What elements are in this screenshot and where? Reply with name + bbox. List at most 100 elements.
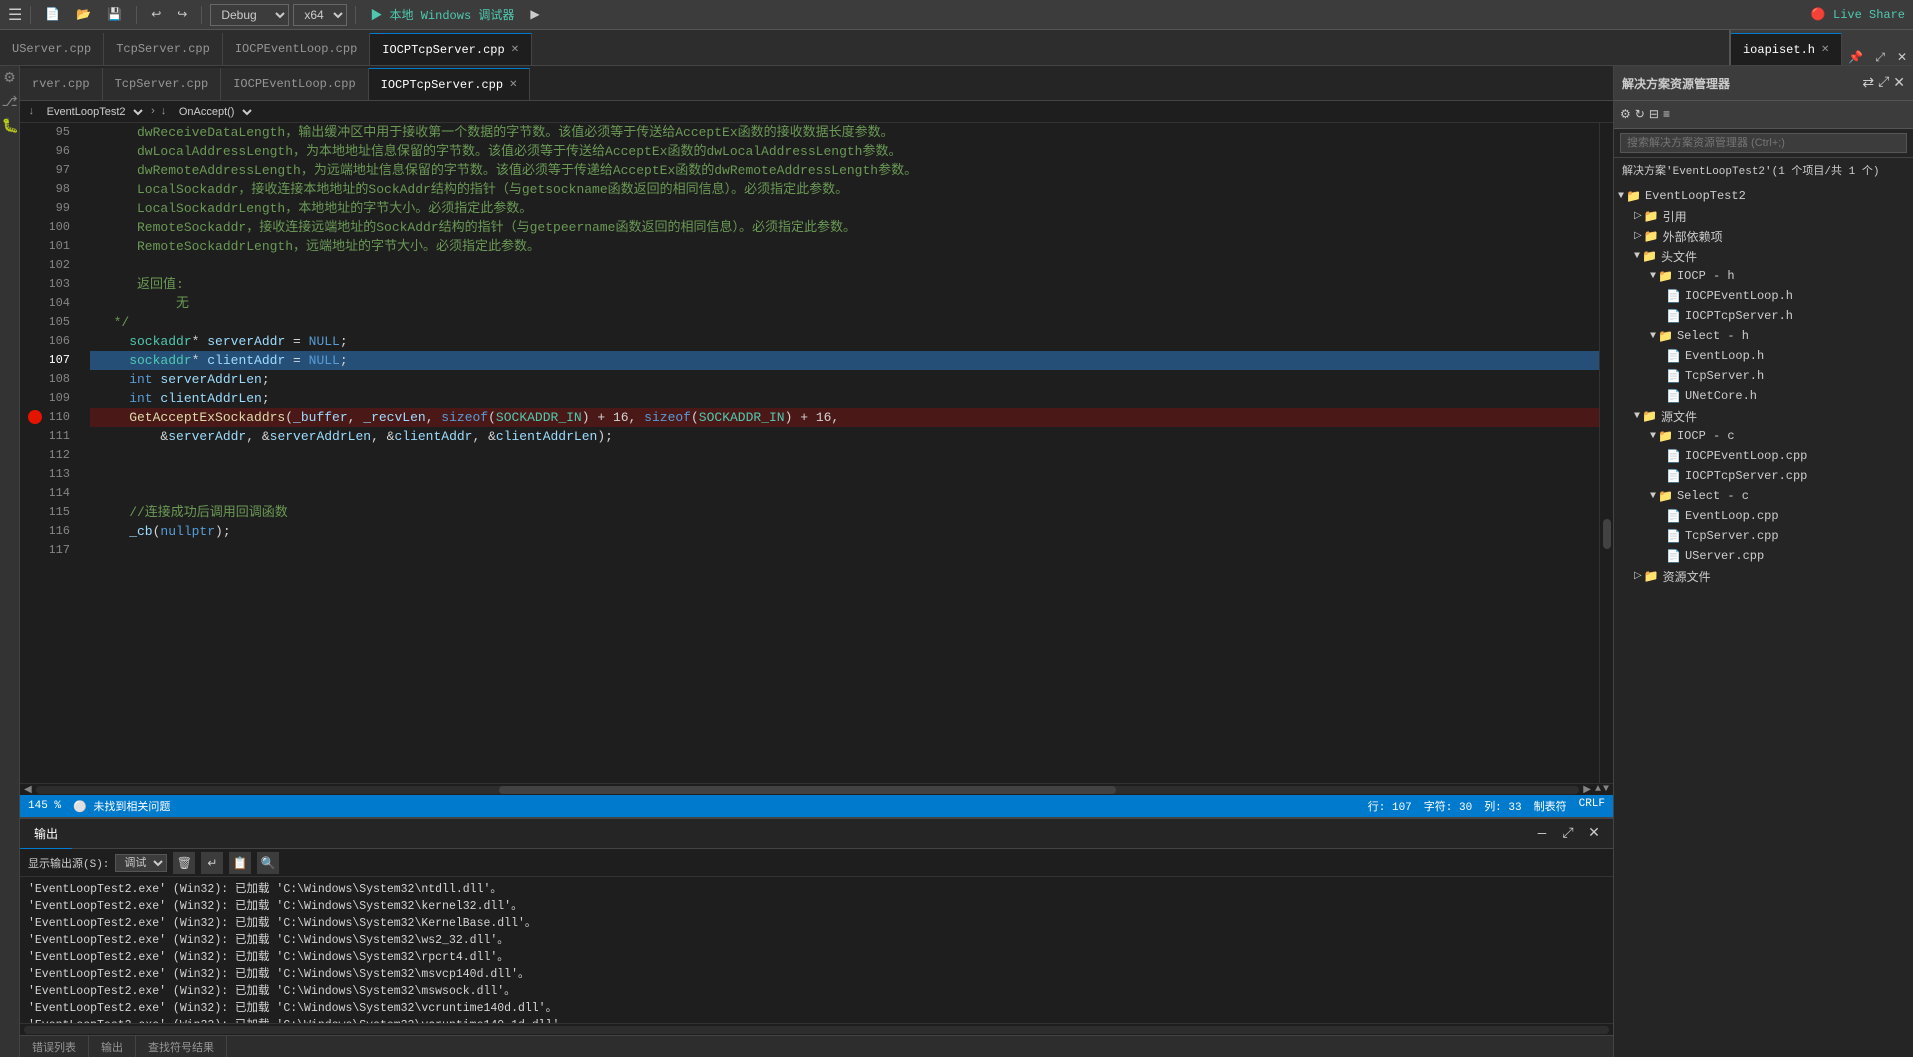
- new-file-btn[interactable]: 📄: [39, 5, 66, 24]
- sec-tab-rver[interactable]: rver.cpp: [20, 68, 103, 100]
- sol-sync-btn[interactable]: ⇄: [1862, 75, 1874, 92]
- tree-item-userver-cpp[interactable]: 📄 UServer.cpp: [1614, 546, 1913, 566]
- tree-item-iocp-h[interactable]: ▼ 📁 IOCP - h: [1614, 266, 1913, 286]
- solution-explorer-panel: 解决方案资源管理器 ⇄ ⤢ ✕ ⚙ ↻ ⊟ ≡ 解决方案'EventLoopTe…: [1613, 66, 1913, 1057]
- tree-item-headers[interactable]: ▼ 📁 头文件: [1614, 246, 1913, 266]
- icon-unetcore-h: 📄: [1666, 389, 1681, 404]
- git-icon[interactable]: ⎇: [2, 94, 18, 110]
- tree-item-eventlooptest2[interactable]: ▼ 📁 EventLoopTest2: [1614, 186, 1913, 206]
- class-select[interactable]: EventLoopTest2: [39, 104, 146, 120]
- scroll-left-arrow[interactable]: ◀: [24, 784, 32, 796]
- tab-userver-cpp[interactable]: UServer.cpp: [0, 33, 104, 65]
- tab-ioapiset-right[interactable]: ioapiset.h ✕: [1731, 33, 1842, 65]
- redo-btn[interactable]: ↪: [171, 5, 193, 24]
- undo-btn[interactable]: ↩: [145, 5, 167, 24]
- tab-iocptcpserver-cpp-active[interactable]: IOCPTcpServer.cpp ✕: [370, 33, 532, 65]
- bottom-tab-output[interactable]: 输出: [89, 1036, 136, 1057]
- tab-tcpserver-cpp[interactable]: TcpServer.cpp: [104, 33, 223, 65]
- live-share-btn[interactable]: 🔴 Live Share: [1811, 7, 1905, 22]
- save-btn[interactable]: 💾: [101, 5, 128, 24]
- sec-tab-iocpeventloop[interactable]: IOCPEventLoop.cpp: [221, 68, 368, 100]
- scrollbar-h-thumb[interactable]: [499, 786, 1116, 794]
- editor-scrollbar-v[interactable]: [1599, 123, 1613, 783]
- gutter-112: [20, 446, 50, 465]
- code-line-107: sockaddr* clientAddr = NULL;: [90, 351, 1599, 370]
- debug-config-select[interactable]: Debug Release: [210, 4, 289, 26]
- start-debug-btn[interactable]: ▶ 本地 Windows 调试器: [364, 4, 520, 25]
- output-find-btn[interactable]: 🔍: [257, 852, 279, 874]
- error-indicator[interactable]: ⚪ 未找到相关问题: [73, 798, 170, 814]
- encoding-indicator[interactable]: CRLF: [1579, 798, 1605, 814]
- sec-tab-iocptcpserver-active[interactable]: IOCPTcpServer.cpp ✕: [369, 68, 531, 100]
- solution-label: 解决方案'EventLoopTest2'(1 个项目/共 1 个): [1614, 158, 1913, 182]
- row-indicator[interactable]: 行: 107: [1368, 798, 1412, 814]
- output-wrap-btn[interactable]: ↵: [201, 852, 223, 874]
- expand-btn-right[interactable]: ⤢: [1869, 51, 1891, 65]
- tree-item-resources[interactable]: ▷ 📁 资源文件: [1614, 566, 1913, 586]
- col-indicator[interactable]: 字符: 30: [1424, 798, 1472, 814]
- scroll-right-arrow[interactable]: ▶: [1583, 784, 1591, 796]
- output-scrollbar-track[interactable]: [24, 1026, 1609, 1034]
- tree-item-iocpeventloop-cpp[interactable]: 📄 IOCPEventLoop.cpp: [1614, 446, 1913, 466]
- panel-tab-output[interactable]: 输出: [20, 819, 72, 849]
- zoom-level[interactable]: 145 %: [28, 800, 61, 812]
- line-indicator[interactable]: 列: 33: [1484, 798, 1521, 814]
- sec-tab-close[interactable]: ✕: [509, 79, 517, 91]
- solution-search-input[interactable]: [1620, 133, 1907, 153]
- tree-item-tcpserver-cpp[interactable]: 📄 TcpServer.cpp: [1614, 526, 1913, 546]
- tree-item-iocptcpserver-h[interactable]: 📄 IOCPTcpServer.h: [1614, 306, 1913, 326]
- sec-tab-tcpserver[interactable]: TcpServer.cpp: [103, 68, 222, 100]
- tree-item-iocp-c[interactable]: ▼ 📁 IOCP - c: [1614, 426, 1913, 446]
- bottom-tab-find-symbols[interactable]: 查找符号结果: [136, 1036, 227, 1057]
- sol-close-btn[interactable]: ✕: [1893, 75, 1905, 92]
- tree-item-eventloop-cpp[interactable]: 📄 EventLoop.cpp: [1614, 506, 1913, 526]
- label-select-h: Select - h: [1677, 329, 1749, 343]
- platform-select[interactable]: x64 x86: [293, 4, 347, 26]
- mode-indicator[interactable]: 制表符: [1534, 798, 1567, 814]
- label-tcpserver-cpp: TcpServer.cpp: [1685, 529, 1779, 543]
- tree-item-iocptcpserver-cpp[interactable]: 📄 IOCPTcpServer.cpp: [1614, 466, 1913, 486]
- sol-refresh-btn[interactable]: ↻: [1635, 107, 1645, 122]
- sol-filter-btn[interactable]: ≡: [1663, 108, 1670, 122]
- tab-close-ioapiset[interactable]: ✕: [1821, 44, 1829, 56]
- debug-icon[interactable]: 🐛: [2, 118, 18, 134]
- sol-collapse-btn[interactable]: ⊟: [1649, 107, 1659, 122]
- tree-item-extdep[interactable]: ▷ 📁 外部依赖项: [1614, 226, 1913, 246]
- explorer-icon[interactable]: ⚙: [2, 70, 18, 86]
- bottom-tab-errors[interactable]: 错误列表: [20, 1036, 89, 1057]
- editor-scrollbar-h[interactable]: ◀ ▶ ▲ ▼: [20, 783, 1613, 795]
- gutter-105: [20, 313, 50, 332]
- method-select[interactable]: OnAccept(): [171, 104, 255, 120]
- scrollbar-h-track[interactable]: [36, 786, 1580, 794]
- panel-close-btn[interactable]: ✕: [1583, 823, 1605, 845]
- tab-close-iocptcpserver[interactable]: ✕: [511, 44, 519, 56]
- tab-iocpeventloop-cpp[interactable]: IOCPEventLoop.cpp: [223, 33, 370, 65]
- output-copy-btn[interactable]: 📋: [229, 852, 251, 874]
- tree-item-tcpserver-h[interactable]: 📄 TcpServer.h: [1614, 366, 1913, 386]
- sol-expand-btn[interactable]: ⤢: [1878, 75, 1889, 92]
- code-content[interactable]: dwReceiveDataLength，输出缓冲区中用于接收第一个数据的字节数。…: [90, 123, 1599, 783]
- close-btn-right[interactable]: ✕: [1891, 50, 1913, 65]
- scrollbar-thumb-v[interactable]: [1603, 519, 1611, 549]
- tree-item-eventloop-h[interactable]: 📄 EventLoop.h: [1614, 346, 1913, 366]
- tree-item-select-h[interactable]: ▼ 📁 Select - h: [1614, 326, 1913, 346]
- tree-item-unetcore-h[interactable]: 📄 UNetCore.h: [1614, 386, 1913, 406]
- output-scrollbar-h[interactable]: [20, 1023, 1613, 1035]
- status-bar-right: 行: 107 字符: 30 列: 33 制表符 CRLF: [1368, 798, 1605, 814]
- sol-properties-btn[interactable]: ⚙: [1620, 107, 1631, 122]
- attach-btn[interactable]: ▶: [524, 5, 545, 24]
- panel-expand-btn[interactable]: ⤢: [1557, 823, 1579, 845]
- open-file-btn[interactable]: 📂: [70, 5, 97, 24]
- tree-item-select-c[interactable]: ▼ 📁 Select - c: [1614, 486, 1913, 506]
- tree-item-iocpeventloop-h[interactable]: 📄 IOCPEventLoop.h: [1614, 286, 1913, 306]
- output-clear-btn[interactable]: 🗑: [173, 852, 195, 874]
- scroll-down-arrow[interactable]: ▼: [1603, 784, 1609, 795]
- code-line-106: sockaddr* serverAddr = NULL;: [90, 332, 1599, 351]
- panel-minimize-btn[interactable]: —: [1531, 823, 1553, 845]
- pin-btn[interactable]: 📌: [1842, 50, 1869, 65]
- app-menu-icon[interactable]: ☰: [8, 5, 22, 25]
- tree-item-sources[interactable]: ▼ 📁 源文件: [1614, 406, 1913, 426]
- tree-item-ref[interactable]: ▷ 📁 引用: [1614, 206, 1913, 226]
- scroll-up-arrow[interactable]: ▲: [1595, 784, 1601, 795]
- output-source-select[interactable]: 调试 生成: [115, 854, 167, 872]
